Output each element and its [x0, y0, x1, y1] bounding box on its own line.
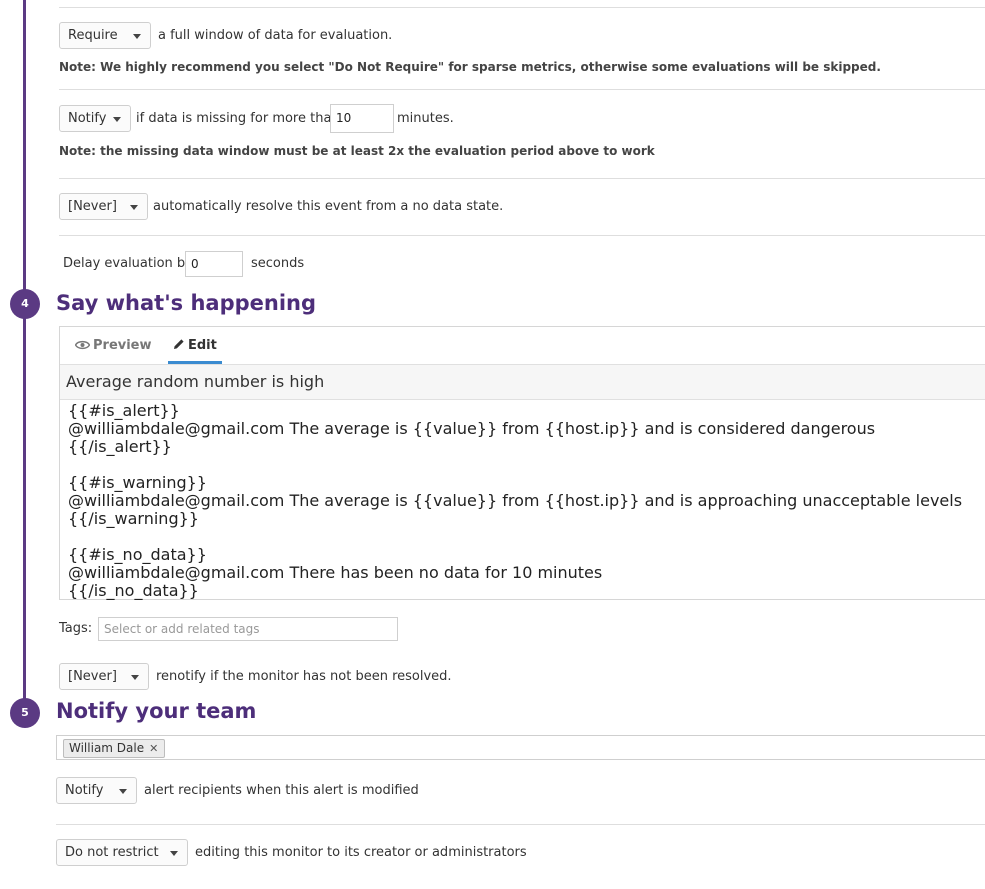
recipient-name: William Dale	[69, 741, 145, 755]
message-line: {{/is_warning}}	[68, 509, 199, 528]
delay-unit-label: seconds	[251, 256, 305, 271]
restrict-editing-select[interactable]: Do not restrict	[56, 839, 188, 866]
minutes-label: minutes.	[397, 111, 454, 126]
divider	[59, 89, 985, 90]
message-line: @williambdale@gmail.com The average is {…	[68, 419, 876, 438]
message-line: {{/is_no_data}}	[68, 581, 199, 600]
divider	[59, 178, 985, 179]
message-title-input[interactable]: Average random number is high	[60, 364, 985, 400]
modify-notify-text: alert recipients when this alert is modi…	[144, 783, 419, 798]
renotify-select-value: [Never]	[68, 669, 117, 684]
message-line: {{#is_warning}}	[68, 473, 207, 492]
tags-input[interactable]: Select or add related tags	[98, 617, 398, 641]
auto-resolve-select[interactable]: [Never]	[59, 193, 148, 220]
missing-data-minutes-input[interactable]: 10	[330, 104, 394, 133]
tags-label: Tags:	[59, 621, 93, 636]
step-4-title: Say what's happening	[56, 291, 317, 315]
message-line: @williambdale@gmail.com The average is {…	[68, 491, 963, 510]
auto-resolve-select-value: [Never]	[68, 199, 117, 214]
auto-resolve-text: automatically resolve this event from a …	[153, 199, 504, 214]
chevron-down-icon	[130, 205, 138, 210]
modify-notify-select-value: Notify	[65, 783, 104, 798]
tab-preview-label: Preview	[93, 338, 152, 353]
require-window-note: Note: We highly recommend you select "Do…	[59, 60, 881, 74]
message-body-textarea[interactable]: {{#is_alert}} @williambdale@gmail.com Th…	[68, 402, 962, 600]
remove-icon[interactable]: ✕	[149, 742, 158, 755]
renotify-select[interactable]: [Never]	[59, 663, 149, 690]
delay-evaluation-input[interactable]: 0	[185, 251, 243, 277]
recipients-input[interactable]: William Dale ✕	[56, 735, 985, 760]
message-line: {{#is_alert}}	[68, 401, 180, 420]
tab-edit-label: Edit	[188, 338, 217, 353]
restrict-editing-text: editing this monitor to its creator or a…	[195, 845, 527, 860]
missing-data-note: Note: the missing data window must be at…	[59, 144, 655, 158]
chevron-down-icon	[119, 789, 127, 794]
message-line: {{#is_no_data}}	[68, 545, 207, 564]
missing-data-text: if data is missing for more than	[136, 111, 340, 126]
modify-notify-select[interactable]: Notify	[56, 777, 137, 804]
steps-progress-line	[23, 0, 26, 700]
divider	[59, 7, 985, 8]
step-5-title: Notify your team	[56, 699, 257, 723]
message-editor: Preview Edit Average random number is hi…	[59, 326, 985, 600]
tab-edit[interactable]: Edit	[168, 327, 222, 364]
divider	[59, 235, 985, 236]
divider	[56, 824, 985, 825]
restrict-editing-select-value: Do not restrict	[65, 845, 159, 860]
message-line: {{/is_alert}}	[68, 437, 172, 456]
pencil-icon	[174, 339, 184, 349]
tab-preview[interactable]: Preview	[75, 327, 152, 364]
chevron-down-icon	[113, 117, 121, 122]
eye-icon	[75, 340, 90, 349]
recipient-chip: William Dale ✕	[63, 739, 166, 758]
step-4-badge: 4	[10, 289, 40, 319]
chevron-down-icon	[170, 851, 178, 856]
require-window-select-value: Require	[68, 28, 118, 43]
missing-data-notify-select[interactable]: Notify	[59, 105, 131, 132]
message-line: @williambdale@gmail.com There has been n…	[68, 563, 603, 582]
renotify-text: renotify if the monitor has not been res…	[156, 669, 452, 684]
require-window-select[interactable]: Require	[59, 22, 151, 49]
missing-data-notify-select-value: Notify	[68, 111, 107, 126]
message-line	[68, 456, 962, 474]
step-5-badge: 5	[10, 698, 40, 728]
chevron-down-icon	[131, 675, 139, 680]
message-line	[68, 528, 962, 546]
delay-evaluation-label: Delay evaluation by	[63, 256, 193, 271]
chevron-down-icon	[133, 34, 141, 39]
require-window-text: a full window of data for evaluation.	[158, 28, 393, 43]
